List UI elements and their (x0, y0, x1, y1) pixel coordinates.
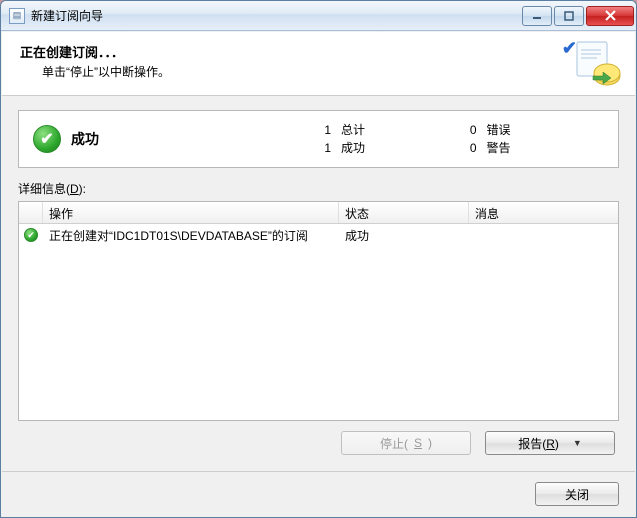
content-area: 正在创建订阅．．． 单击“停止”以中断操作。 ✔ ✔ 成功 (1, 31, 636, 517)
success-count: 1 (313, 139, 331, 157)
window-title: 新建订阅向导 (31, 7, 522, 24)
chevron-down-icon: ▼ (573, 438, 582, 448)
minimize-button[interactable] (522, 6, 552, 26)
success-label: 成功 (341, 139, 365, 157)
titlebar[interactable]: ▤ 新建订阅向导 (1, 1, 636, 31)
header-title: 正在创建订阅．．． (20, 42, 617, 61)
row-success-icon: ✔ (24, 228, 38, 242)
row-message (469, 232, 618, 238)
total-label: 总计 (341, 121, 365, 139)
row-operation: 正在创建对“IDC1DT01S\DEVDATABASE”的订阅 (43, 224, 339, 247)
close-icon (605, 10, 616, 21)
summary-panel: ✔ 成功 1 总计 1 成功 (18, 110, 619, 168)
table-row[interactable]: ✔ 正在创建对“IDC1DT01S\DEVDATABASE”的订阅 成功 (19, 224, 618, 246)
error-label: 错误 (487, 121, 511, 139)
subscription-icon (573, 38, 623, 88)
wizard-body: ✔ 成功 1 总计 1 成功 (2, 96, 635, 471)
details-label: 详细信息(D): (18, 180, 619, 197)
minimize-icon (532, 11, 542, 21)
app-icon: ▤ (9, 8, 25, 24)
warning-count: 0 (459, 139, 477, 157)
wizard-footer: 关闭 (2, 471, 635, 516)
maximize-icon (564, 11, 574, 21)
maximize-button[interactable] (554, 6, 584, 26)
column-status[interactable]: 状态 (339, 202, 469, 223)
stop-button: 停止(S) (341, 431, 471, 455)
close-window-button[interactable] (586, 6, 634, 26)
close-button[interactable]: 关闭 (535, 482, 619, 506)
warning-label: 警告 (487, 139, 511, 157)
grid-header: 操作 状态 消息 (19, 202, 618, 224)
column-message[interactable]: 消息 (469, 202, 618, 223)
grid-body[interactable]: ✔ 正在创建对“IDC1DT01S\DEVDATABASE”的订阅 成功 (19, 224, 618, 420)
wizard-header: 正在创建订阅．．． 单击“停止”以中断操作。 ✔ (2, 32, 635, 96)
grid-header-icon-col[interactable] (19, 202, 43, 223)
error-count: 0 (459, 121, 477, 139)
action-button-row: 停止(S) 报告(R) ▼ (18, 421, 619, 461)
wizard-window: ▤ 新建订阅向导 正在创建订阅．．． 单击“停止”以中断操作。 ✔ (0, 0, 637, 518)
total-count: 1 (313, 121, 331, 139)
row-status: 成功 (339, 224, 469, 247)
report-button[interactable]: 报告(R) ▼ (485, 431, 615, 455)
header-subtitle: 单击“停止”以中断操作。 (42, 63, 617, 80)
summary-status: 成功 (71, 129, 99, 149)
column-operation[interactable]: 操作 (43, 202, 339, 223)
success-icon: ✔ (33, 125, 61, 153)
details-grid: 操作 状态 消息 ✔ 正在创建对“IDC1DT01S\DEVDATABASE”的… (18, 201, 619, 421)
window-buttons (522, 6, 634, 26)
